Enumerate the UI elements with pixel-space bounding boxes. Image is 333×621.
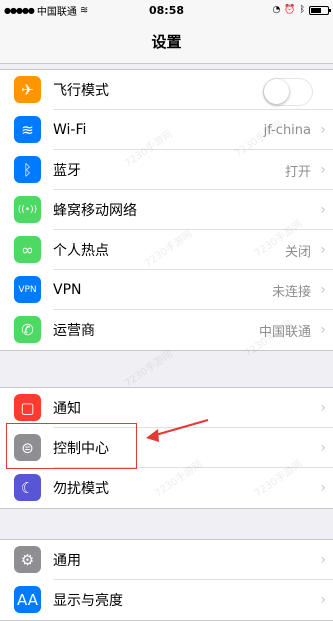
watermark: 7230手游网 (123, 348, 175, 390)
settings-row[interactable]: ((•)) 蜂窝移动网络 › (0, 190, 333, 230)
hotspot-icon: ∞ (14, 236, 41, 263)
chevron-right-icon: › (320, 440, 326, 456)
bluetooth-icon: ᛒ (14, 156, 41, 183)
settings-row[interactable]: ᛒ 蓝牙 打开 › (0, 150, 333, 190)
chevron-right-icon: › (320, 592, 326, 608)
chevron-right-icon: › (320, 162, 326, 178)
row-value: 关闭 (284, 244, 311, 260)
status-time: 08:58 (148, 3, 184, 17)
row-label: 显示与亮度 (53, 593, 123, 609)
chevron-right-icon: › (320, 480, 326, 496)
row-label: 蓝牙 (53, 163, 81, 179)
chevron-right-icon: › (320, 202, 326, 218)
settings-row[interactable]: ⚙ 通用 › (0, 540, 333, 580)
row-label: 蜂窝移动网络 (53, 203, 137, 219)
settings-row[interactable]: ≋ Wi-Fi jf-china › (0, 110, 333, 150)
chevron-right-icon: › (320, 322, 326, 338)
row-value: jf-china (263, 122, 311, 138)
row-label: Wi-Fi (53, 122, 87, 138)
battery-icon (309, 5, 331, 15)
row-value: 中国联通 (258, 324, 311, 340)
chevron-right-icon: › (320, 242, 326, 258)
gear-icon: ⚙ (14, 546, 41, 573)
airplane-mode-toggle[interactable] (263, 78, 313, 106)
row-label: 勿扰模式 (53, 481, 109, 497)
chevron-right-icon: › (320, 552, 326, 568)
settings-group: ⚙ 通用 › AA 显示与亮度 › (0, 539, 333, 621)
settings-row[interactable]: ✈ 飞行模式 (0, 70, 333, 110)
row-label: 运营商 (53, 323, 95, 339)
settings-row[interactable]: VPN VPN 未连接 › (0, 270, 333, 310)
settings-group: ✈ 飞行模式 ≋ Wi-Fi jf-china › ᛒ 蓝牙 打开 › ((•)) 蜂窝移动网络 › ∞ 个… (0, 69, 333, 351)
row-label: 飞行模式 (53, 83, 109, 99)
row-label: 个人热点 (53, 243, 109, 259)
phone-icon: ✆ (14, 316, 41, 343)
chevron-right-icon: › (320, 122, 326, 138)
moon-icon: ☾ (14, 474, 41, 501)
settings-row[interactable]: ▢ 通知 › (0, 388, 333, 428)
settings-row[interactable]: AA 显示与亮度 › (0, 580, 333, 620)
settings-row[interactable]: ☾ 勿扰模式 › (0, 468, 333, 508)
annotation-highlight-box (6, 423, 137, 469)
page-title: 设置 (0, 20, 333, 64)
status-bar: ●●●●● 中国联通 ≋ 08:58 ◔ ⏰ ᛒ (0, 0, 333, 20)
row-label: 通用 (53, 553, 81, 569)
row-label: 通知 (53, 401, 81, 417)
row-value: 未连接 (271, 284, 311, 300)
airplane-icon: ✈ (14, 76, 41, 103)
chevron-right-icon: › (320, 282, 326, 298)
notification-icon: ▢ (14, 394, 41, 421)
row-value: 打开 (284, 164, 311, 180)
cellular-icon: ((•)) (14, 196, 41, 223)
chevron-right-icon: › (320, 400, 326, 416)
settings-row[interactable]: ✆ 运营商 中国联通 › (0, 310, 333, 350)
wifi-icon: ≋ (14, 116, 41, 143)
row-label: VPN (53, 282, 82, 298)
settings-row[interactable]: ∞ 个人热点 关闭 › (0, 230, 333, 270)
vpn-icon: VPN (14, 276, 41, 303)
